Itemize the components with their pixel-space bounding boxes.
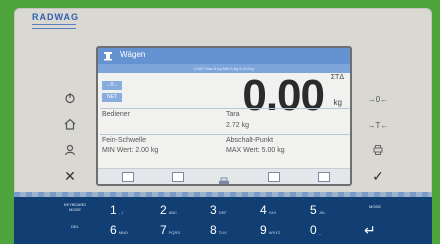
delete-key[interactable]: DEL <box>58 224 92 244</box>
user-icon <box>64 144 76 156</box>
display-divider <box>100 134 350 135</box>
tare-label: Tara <box>226 111 240 118</box>
keyboard-mode-label: KEYBOARD MODE <box>63 202 87 212</box>
key-4[interactable]: 4 GHI <box>260 200 296 220</box>
softkey-4[interactable] <box>268 172 280 182</box>
key-4-label: 4 <box>260 203 267 217</box>
zero-button[interactable]: →0← <box>362 92 394 108</box>
operator-label: Bediener <box>102 111 131 118</box>
key-7-sub: PQRS <box>168 230 181 235</box>
cutoff-point-label: Abschalt-Punkt <box>226 137 274 144</box>
key-3-sub: DEF <box>218 210 227 215</box>
key-0-sub: _ <box>318 230 321 235</box>
key-5-label: 5 <box>310 203 317 217</box>
net-indicator: NET <box>102 93 122 102</box>
tare-icon: →T← <box>367 121 389 130</box>
info-row-thresholds: Fein-Schwelle Abschalt-Punkt <box>102 137 348 147</box>
power-icon <box>65 93 75 104</box>
tare-button[interactable]: →T← <box>362 118 394 134</box>
keyboard-mode-key[interactable]: KEYBOARD MODE <box>58 202 92 222</box>
key-9[interactable]: 9 WXYZ <box>260 220 296 240</box>
enter-key-label: ↵ <box>364 222 376 238</box>
key-1[interactable]: 1, ,! <box>110 200 146 220</box>
keypad: KEYBOARD MODE 1, ,! 2 ABC 3 DEF 4 GHI 5 JKL … <box>14 192 432 244</box>
display-divider <box>100 108 350 109</box>
check-icon: ✓ <box>372 168 384 184</box>
stability-marker: ΣTΔ <box>330 74 344 81</box>
user-button[interactable] <box>54 144 86 160</box>
delete-key-label: DEL <box>71 224 79 229</box>
power-button[interactable] <box>54 92 86 108</box>
key-2-sub: ABC <box>168 210 177 215</box>
fine-threshold-label: Fein-Schwelle <box>102 137 146 144</box>
softkey-3[interactable] <box>218 172 230 184</box>
tare-value: 2.72 kg <box>226 122 249 129</box>
weighing-mode-icon <box>104 52 112 61</box>
key-6-sub: MNO <box>118 230 129 235</box>
key-1-label: 1 <box>110 203 117 217</box>
zero-indicator: →0← <box>102 81 122 90</box>
key-1-sub: , ,! <box>118 210 124 215</box>
brand-logo-text: RADWAG <box>32 12 79 22</box>
key-7-label: 7 <box>160 223 167 237</box>
weighing-display: Wägen |<007 Max 8 kg Min 0,5g e=0,01g →0… <box>96 46 352 186</box>
enter-button[interactable]: ✓ <box>362 168 394 184</box>
close-icon: ✕ <box>64 168 76 184</box>
info-row-tare: 2.72 kg <box>102 122 348 132</box>
softkey-1[interactable] <box>122 172 134 182</box>
info-row-operator: Bediener Tara <box>102 111 348 121</box>
key-9-sub: WXYZ <box>268 230 281 235</box>
key-2-label: 2 <box>160 203 167 217</box>
home-button[interactable] <box>54 118 86 134</box>
print-button[interactable] <box>362 144 394 160</box>
key-8-label: 8 <box>210 223 217 237</box>
key-0-label: 0 <box>310 223 317 237</box>
softkey-2[interactable] <box>172 172 184 182</box>
key-8-sub: TUV <box>218 230 227 235</box>
brand-logo: RADWAG <box>32 12 79 32</box>
weight-unit: kg <box>333 98 342 107</box>
key-0[interactable]: 0 _ <box>310 220 346 240</box>
key-2[interactable]: 2 ABC <box>160 200 196 220</box>
mode-title: Wägen <box>120 50 146 59</box>
key-6-label: 6 <box>110 223 117 237</box>
max-value: MAX Wert: 5.00 kg <box>226 147 285 154</box>
key-7[interactable]: 7 PQRS <box>160 220 196 240</box>
key-9-label: 9 <box>260 223 267 237</box>
key-8[interactable]: 8 TUV <box>210 220 246 240</box>
logo-underline <box>32 24 76 29</box>
key-4-sub: GHI <box>268 210 276 215</box>
key-5[interactable]: 5 JKL <box>310 200 346 220</box>
enter-key[interactable]: ↵ <box>364 220 394 240</box>
key-5-sub: JKL <box>318 210 326 215</box>
home-icon <box>64 118 76 130</box>
display-titlebar: Wägen <box>98 48 350 64</box>
mode-key-label: MODE <box>369 204 381 209</box>
softkey-bar <box>98 168 350 184</box>
scale-icon <box>219 177 229 184</box>
escape-button[interactable]: ✕ <box>54 168 86 184</box>
softkey-5[interactable] <box>318 172 330 182</box>
key-3-label: 3 <box>210 203 217 217</box>
info-row-limits: MIN Wert: 2.00 kg MAX Wert: 5.00 kg <box>102 147 348 157</box>
zero-icon: →0← <box>367 95 389 104</box>
print-icon <box>373 145 383 155</box>
key-6[interactable]: 6 MNO <box>110 220 146 240</box>
key-3[interactable]: 3 DEF <box>210 200 246 220</box>
min-value: MIN Wert: 2.00 kg <box>102 147 159 154</box>
